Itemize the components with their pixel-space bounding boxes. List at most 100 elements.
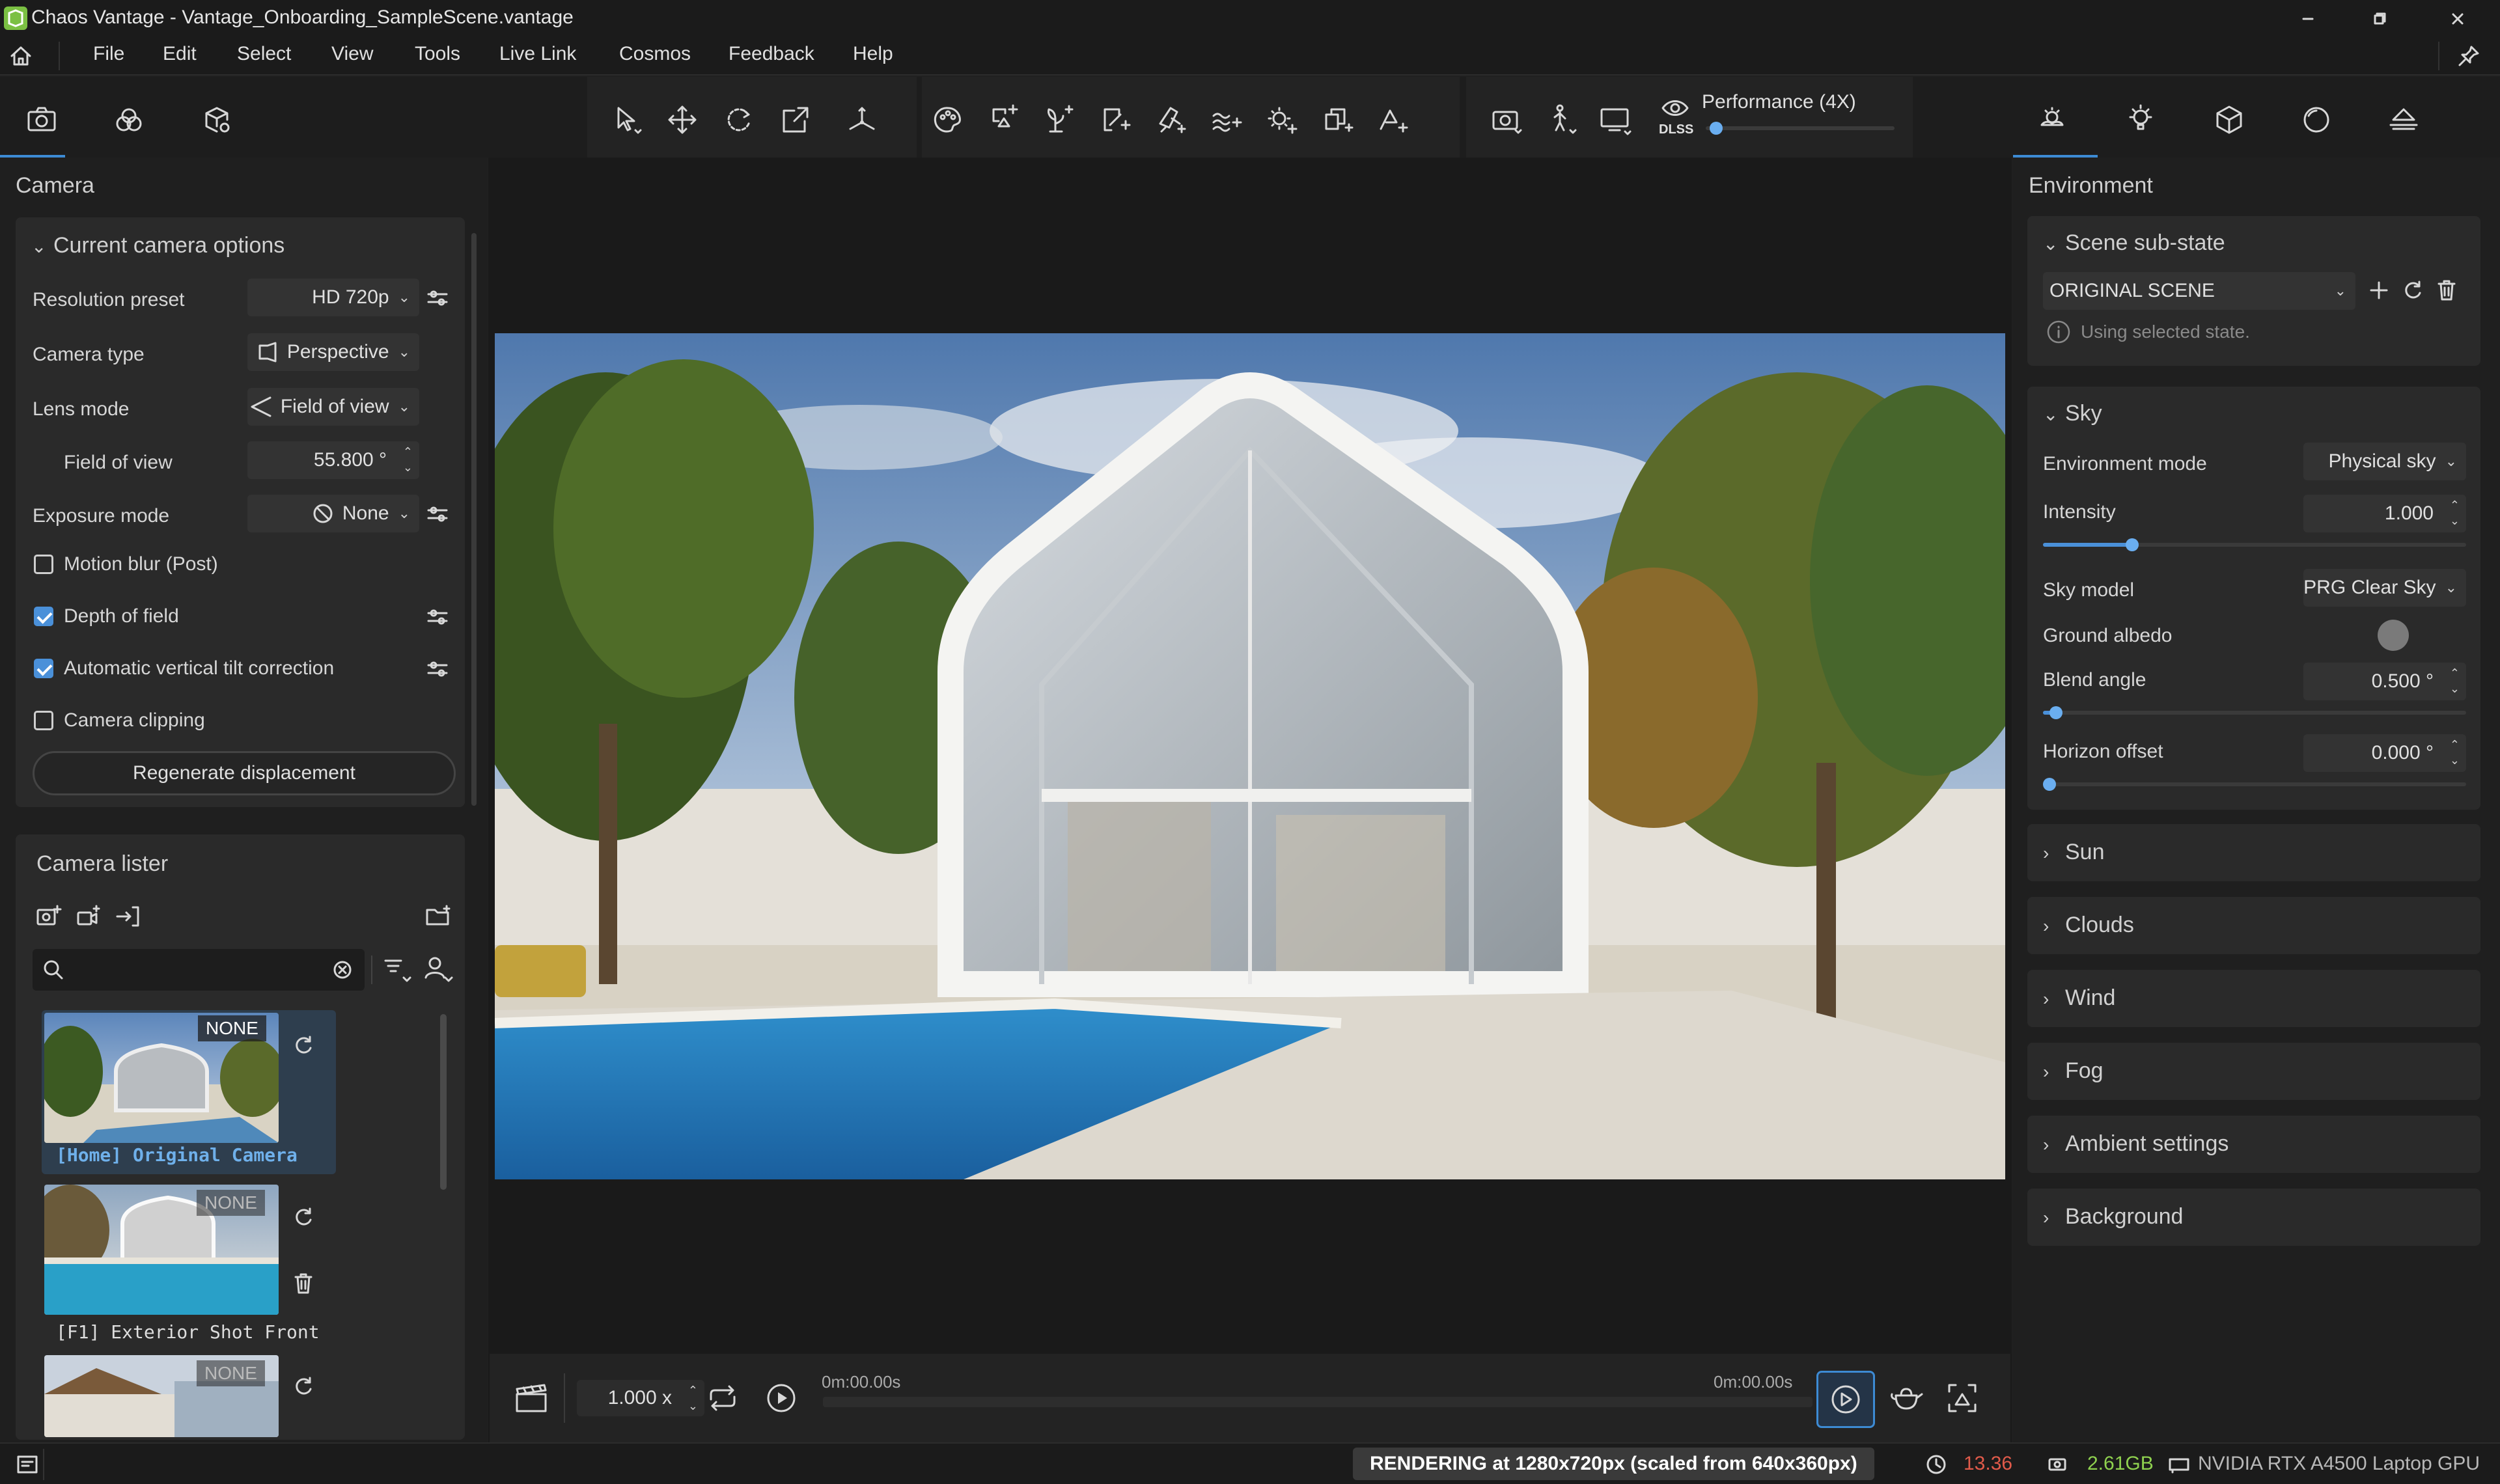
spinner-arrows-icon[interactable]: ⌃ ⌄ (2450, 497, 2460, 529)
depth-of-field-checkbox[interactable] (34, 607, 53, 626)
scale-tool-button[interactable] (770, 95, 822, 147)
snapshot-button[interactable] (1480, 95, 1533, 147)
material-palette-button[interactable] (922, 95, 974, 147)
menu-file[interactable]: File (93, 43, 124, 65)
close-button[interactable] (2422, 0, 2493, 36)
fog-section[interactable]: › Fog (2027, 1043, 2480, 1100)
clear-search-icon[interactable] (331, 958, 354, 982)
menu-feedback[interactable]: Feedback (729, 43, 814, 65)
delete-substate-button[interactable] (2432, 276, 2461, 305)
performance-slider[interactable] (1706, 122, 1895, 135)
light-add-button[interactable] (1256, 95, 1308, 147)
ground-albedo-color-swatch[interactable] (2378, 620, 2409, 651)
pivot-tool-button[interactable] (836, 95, 888, 147)
play-button[interactable] (762, 1380, 801, 1416)
depth-of-field-settings-button[interactable] (424, 604, 451, 630)
add-substate-button[interactable] (2365, 276, 2393, 305)
paint-add-button[interactable] (1145, 95, 1197, 147)
tab-environment[interactable] (2026, 95, 2078, 147)
ambient-settings-section[interactable]: › Ambient settings (2027, 1116, 2480, 1173)
sky-model-dropdown[interactable]: PRG Clear Sky ⌄ (2303, 569, 2466, 607)
dlss-toggle[interactable]: DLSS (1659, 95, 1693, 147)
console-button[interactable] (16, 1453, 39, 1476)
sync-substate-button[interactable] (2398, 276, 2427, 305)
current-camera-options-header[interactable]: ⌄ Current camera options (31, 233, 285, 258)
horizon-offset-input[interactable]: 0.000 ° ⌃ ⌄ (2303, 734, 2466, 772)
tab-materials[interactable] (103, 95, 155, 147)
home-button[interactable] (7, 42, 43, 70)
exposure-mode-dropdown[interactable]: None ⌄ (247, 495, 419, 532)
move-tool-button[interactable] (656, 95, 708, 147)
pin-button[interactable] (2454, 42, 2491, 70)
display-mode-button[interactable] (1590, 95, 1642, 147)
resolution-settings-button[interactable] (424, 285, 451, 311)
sun-section[interactable]: › Sun (2027, 824, 2480, 881)
sky-header[interactable]: ⌄ Sky (2043, 401, 2102, 426)
camera-clipping-checkbox[interactable] (34, 711, 53, 730)
filter-button[interactable] (380, 953, 415, 988)
camera-path-toggle[interactable] (1816, 1371, 1875, 1428)
menu-edit[interactable]: Edit (163, 43, 197, 65)
select-tool-button[interactable] (602, 95, 654, 147)
resolution-preset-dropdown[interactable]: HD 720p ⌄ (247, 279, 419, 316)
object-add-button[interactable] (1367, 95, 1419, 147)
camera-refresh-button[interactable] (289, 1031, 318, 1060)
camera-type-dropdown[interactable]: Perspective ⌄ (247, 333, 419, 371)
lens-mode-dropdown[interactable]: Field of view ⌄ (247, 388, 419, 426)
loop-button[interactable] (703, 1380, 742, 1416)
spinner-arrows-icon[interactable]: ⌃ ⌄ (403, 444, 413, 475)
timeline-scrubber[interactable] (823, 1397, 1812, 1407)
wind-section[interactable]: › Wind (2027, 970, 2480, 1027)
vertical-tilt-settings-button[interactable] (424, 656, 451, 682)
tab-post-effects[interactable] (2290, 95, 2342, 147)
wave-add-button[interactable] (1201, 95, 1253, 147)
environment-mode-dropdown[interactable]: Physical sky ⌄ (2303, 443, 2466, 480)
performance-slider-knob[interactable] (1710, 122, 1723, 135)
playback-speed-input[interactable]: 1.000 x ⌃ ⌄ (577, 1380, 704, 1416)
scene-substate-dropdown[interactable]: ORIGINAL SCENE ⌄ (2043, 272, 2355, 310)
scatter-add-button[interactable] (978, 95, 1030, 147)
camera-list-scrollbar[interactable] (440, 1014, 447, 1190)
menu-select[interactable]: Select (237, 43, 291, 65)
walk-mode-button[interactable] (1535, 95, 1587, 147)
blend-angle-slider[interactable] (2043, 706, 2466, 719)
blend-angle-slider-knob[interactable] (2049, 706, 2062, 719)
capture-region-button[interactable] (1943, 1379, 1982, 1418)
decal-add-button[interactable] (1089, 95, 1141, 147)
menu-view[interactable]: View (331, 43, 373, 65)
minimize-button[interactable] (2272, 0, 2344, 36)
field-of-view-input[interactable]: 55.800 ° ⌃ ⌄ (247, 441, 419, 479)
horizon-offset-slider-knob[interactable] (2043, 778, 2056, 791)
camera-refresh-button[interactable] (289, 1203, 318, 1231)
tab-camera[interactable] (16, 95, 68, 147)
clapperboard-button[interactable] (512, 1380, 551, 1416)
add-folder-button[interactable] (423, 901, 454, 932)
background-section[interactable]: › Background (2027, 1189, 2480, 1246)
scene-substate-header[interactable]: ⌄ Scene sub-state (2043, 230, 2225, 256)
spinner-arrows-icon[interactable]: ⌃ ⌄ (2450, 737, 2460, 768)
restore-button[interactable] (2344, 0, 2415, 36)
add-camera-button[interactable] (34, 901, 65, 932)
rotate-tool-button[interactable] (713, 95, 765, 147)
clouds-section[interactable]: › Clouds (2027, 897, 2480, 954)
tab-objects[interactable] (2203, 95, 2255, 147)
spinner-arrows-icon[interactable]: ⌃ ⌄ (688, 1382, 698, 1414)
teapot-button[interactable] (1887, 1379, 1926, 1418)
camera-refresh-button[interactable] (289, 1372, 318, 1401)
import-camera-button[interactable] (112, 901, 143, 932)
panel-scrollbar[interactable] (471, 233, 477, 806)
intensity-slider-knob[interactable] (2126, 538, 2139, 551)
motion-blur-checkbox[interactable] (34, 555, 53, 574)
camera-delete-button[interactable] (289, 1269, 318, 1298)
camera-search-input[interactable] (33, 949, 365, 991)
vertical-tilt-checkbox[interactable] (34, 659, 53, 678)
menu-tools[interactable]: Tools (415, 43, 460, 65)
plant-add-button[interactable] (1033, 95, 1085, 147)
menu-live-link[interactable]: Live Link (499, 43, 576, 65)
instance-add-button[interactable] (1312, 95, 1364, 147)
tab-scene-layers[interactable] (2378, 95, 2430, 147)
horizon-offset-slider[interactable] (2043, 778, 2466, 791)
intensity-slider[interactable] (2043, 538, 2466, 551)
blend-angle-input[interactable]: 0.500 ° ⌃ ⌄ (2303, 663, 2466, 700)
tab-scene-settings[interactable] (191, 95, 243, 147)
